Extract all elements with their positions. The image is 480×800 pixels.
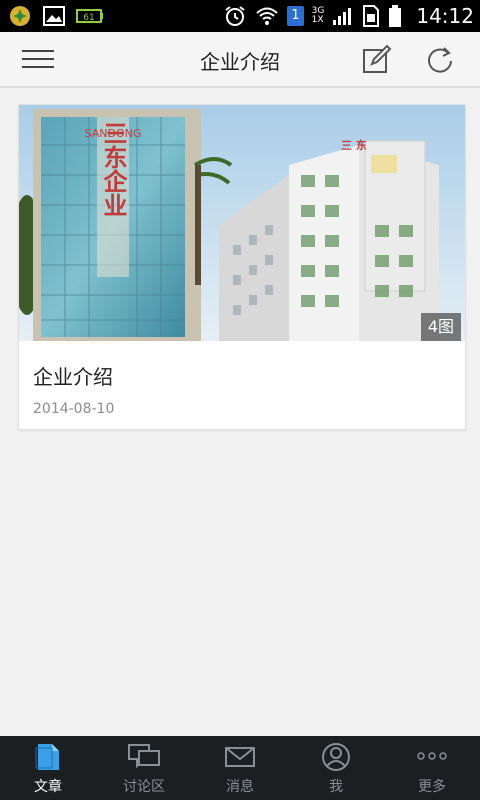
status-bar: 61 1 3G 1X 14:12 bbox=[0, 0, 480, 32]
app-bar: 企业介绍 bbox=[0, 32, 480, 88]
tab-label: 文章 bbox=[34, 779, 62, 795]
building-sign-right: 三 东 bbox=[341, 138, 367, 152]
menu-button[interactable] bbox=[22, 46, 56, 72]
sim-card-icon bbox=[363, 5, 380, 27]
alarm-icon bbox=[225, 6, 245, 26]
tab-label: 更多 bbox=[418, 779, 446, 795]
document-icon bbox=[35, 744, 59, 770]
tab-discussion[interactable]: 讨论区 bbox=[96, 736, 192, 800]
app-notification-icon bbox=[10, 6, 30, 26]
tab-more[interactable]: 更多 bbox=[384, 736, 480, 800]
tab-me[interactable]: 我 bbox=[288, 736, 384, 800]
menu-icon-line bbox=[22, 66, 54, 68]
tab-articles[interactable]: 文章 bbox=[0, 736, 96, 800]
envelope-icon bbox=[225, 747, 255, 767]
image-notification-icon bbox=[43, 6, 65, 26]
tab-label: 我 bbox=[329, 779, 343, 795]
article-cover-image: SANDONG 三东企业 三 东 4图 bbox=[19, 105, 465, 341]
page-title: 企业介绍 bbox=[200, 50, 280, 74]
menu-icon-line bbox=[22, 58, 54, 60]
wifi-icon bbox=[256, 7, 279, 25]
image-count-badge: 4图 bbox=[420, 313, 461, 341]
article-date: 2014-08-10 bbox=[33, 401, 115, 417]
edit-icon[interactable] bbox=[360, 44, 392, 76]
chat-bubbles-icon bbox=[128, 744, 160, 769]
battery-icon bbox=[389, 5, 402, 27]
menu-icon-line bbox=[22, 50, 54, 52]
user-icon bbox=[322, 743, 350, 771]
battery-notification-text: 61 bbox=[83, 13, 94, 23]
signal-icon bbox=[333, 8, 352, 25]
article-card[interactable]: SANDONG 三东企业 三 东 4图 企业介绍 2014-08-10 bbox=[18, 104, 466, 430]
building-sign-text: 三东企业 bbox=[99, 121, 127, 217]
sim-badge: 1 bbox=[287, 6, 304, 26]
network-type-bottom: 1X bbox=[311, 15, 324, 25]
clock: 14:12 bbox=[416, 4, 474, 28]
refresh-icon[interactable] bbox=[424, 44, 456, 76]
bottom-tab-bar: 文章 讨论区 消息 我 更多 bbox=[0, 736, 480, 800]
tab-label: 讨论区 bbox=[123, 779, 165, 795]
battery-notification-icon: 61 bbox=[76, 9, 103, 23]
building-photo: SANDONG 三东企业 三 东 bbox=[19, 105, 465, 341]
network-type: 3G 1X bbox=[312, 7, 325, 25]
article-title: 企业介绍 bbox=[33, 365, 113, 389]
tab-messages[interactable]: 消息 bbox=[192, 736, 288, 800]
tab-label: 消息 bbox=[226, 779, 254, 795]
more-dots-icon bbox=[417, 752, 447, 760]
